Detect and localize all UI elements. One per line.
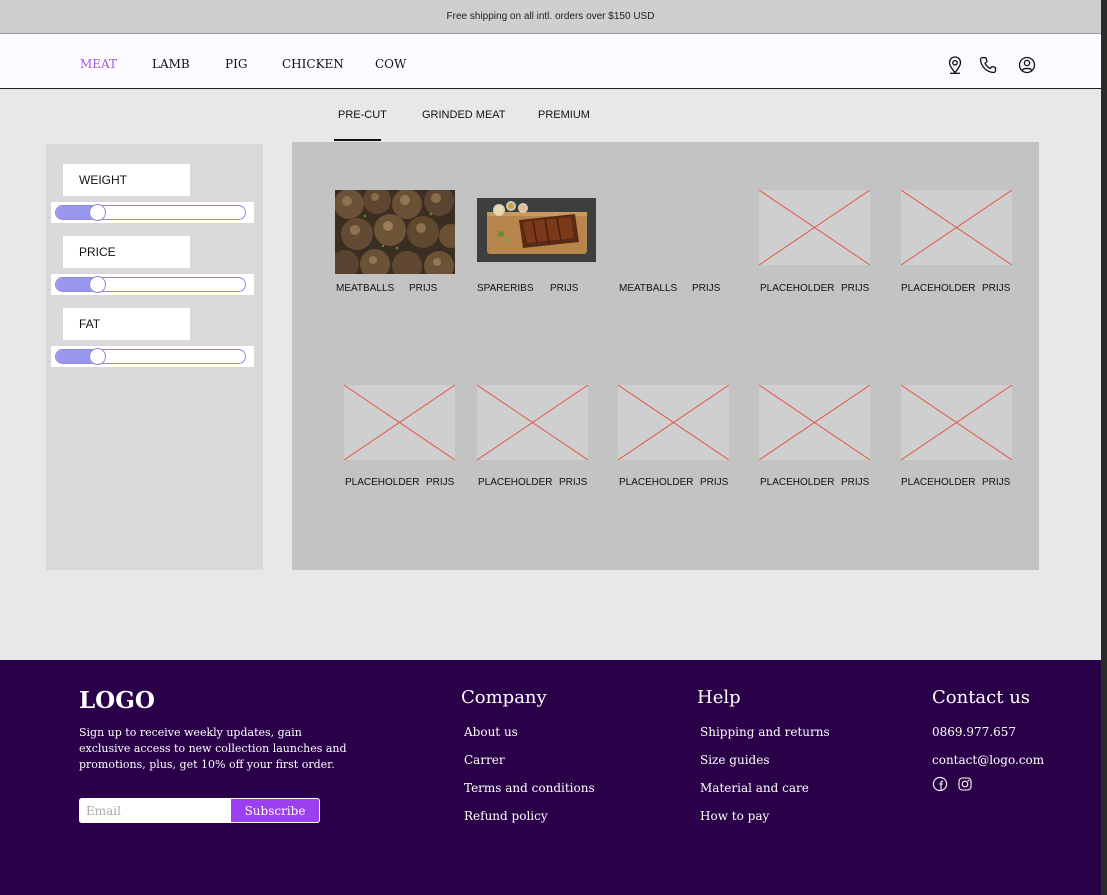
product-price: PRIJS: [550, 283, 579, 294]
company-heading: Company: [461, 687, 547, 708]
nav-item-lamb[interactable]: LAMB: [152, 57, 190, 71]
filter-label-weight: WEIGHT: [63, 164, 190, 196]
subscribe-button[interactable]: Subscribe: [230, 798, 320, 823]
slider-track[interactable]: [55, 349, 246, 364]
footer-link-carrer[interactable]: Carrer: [464, 753, 505, 767]
product-grid: MEATBALLS PRIJS SPARERIBS PRIJS MEATBALL…: [292, 142, 1039, 570]
site-footer: LOGO Sign up to receive weekly updates, …: [0, 660, 1101, 895]
product-name: MEATBALLS: [336, 283, 395, 294]
active-tab-indicator: [334, 139, 381, 141]
image-placeholder-icon[interactable]: [759, 385, 870, 460]
product-price: PRIJS: [559, 477, 588, 488]
tab-pre-cut[interactable]: PRE-CUT: [338, 109, 387, 121]
nav-item-meat[interactable]: MEAT: [80, 57, 117, 71]
phone-icon[interactable]: [978, 55, 998, 75]
product-name: PLACEHOLDER: [901, 477, 976, 488]
newsletter-blurb: Sign up to receive weekly updates, gain …: [79, 726, 347, 771]
footer-link-about-us[interactable]: About us: [464, 725, 518, 739]
price-slider[interactable]: [51, 274, 254, 295]
tab-grinded-meat[interactable]: GRINDED MEAT: [422, 109, 506, 121]
product-name: MEATBALLS: [619, 283, 678, 294]
slider-track[interactable]: [55, 277, 246, 292]
nav-item-chicken[interactable]: CHICKEN: [282, 57, 344, 71]
instagram-icon[interactable]: [957, 776, 973, 792]
footer-link-size-guides[interactable]: Size guides: [700, 753, 770, 767]
footer-link-terms[interactable]: Terms and conditions: [464, 781, 595, 795]
contact-email[interactable]: contact@logo.com: [932, 753, 1044, 767]
page-frame: Free shipping on all intl. orders over $…: [0, 0, 1101, 895]
footer-logo[interactable]: LOGO: [79, 687, 155, 714]
product-name: PLACEHOLDER: [760, 283, 835, 294]
image-placeholder-icon[interactable]: [759, 190, 870, 265]
product-name: PLACEHOLDER: [345, 477, 420, 488]
product-image-meatballs[interactable]: [335, 190, 455, 274]
slider-thumb[interactable]: [89, 276, 106, 293]
product-name: PLACEHOLDER: [478, 477, 553, 488]
product-price: PRIJS: [841, 283, 870, 294]
window-edge: [1101, 0, 1107, 895]
image-placeholder-icon[interactable]: [618, 385, 729, 460]
product-image-spareribs[interactable]: [477, 198, 596, 262]
product-name: PLACEHOLDER: [901, 283, 976, 294]
product-price: PRIJS: [982, 477, 1011, 488]
help-heading: Help: [697, 687, 741, 708]
nav-item-cow[interactable]: COW: [375, 57, 406, 71]
footer-link-refund-policy[interactable]: Refund policy: [464, 809, 548, 823]
email-input[interactable]: [79, 798, 230, 823]
filter-sidebar: WEIGHT PRICE FAT: [46, 144, 263, 570]
contact-heading: Contact us: [932, 687, 1031, 708]
product-price: PRIJS: [409, 283, 438, 294]
slider-track[interactable]: [55, 205, 246, 220]
main-nav: MEAT LAMB PIG CHICKEN COW: [0, 34, 1101, 89]
product-price: PRIJS: [692, 283, 721, 294]
image-placeholder-icon[interactable]: [477, 385, 588, 460]
announcement-bar: Free shipping on all intl. orders over $…: [0, 0, 1101, 34]
slider-thumb[interactable]: [89, 348, 106, 365]
filter-label-price: PRICE: [63, 236, 190, 268]
fat-slider[interactable]: [51, 346, 254, 367]
facebook-icon[interactable]: [932, 776, 948, 792]
image-placeholder-icon[interactable]: [344, 385, 455, 460]
image-placeholder-icon[interactable]: [901, 190, 1012, 265]
footer-link-material-care[interactable]: Material and care: [700, 781, 809, 795]
announcement-text: Free shipping on all intl. orders over $…: [446, 11, 655, 22]
product-price: PRIJS: [426, 477, 455, 488]
product-price: PRIJS: [841, 477, 870, 488]
slider-thumb[interactable]: [89, 204, 106, 221]
weight-slider[interactable]: [51, 202, 254, 223]
footer-link-how-to-pay[interactable]: How to pay: [700, 809, 769, 823]
user-account-icon[interactable]: [1017, 55, 1037, 75]
product-name: PLACEHOLDER: [619, 477, 694, 488]
image-placeholder-icon[interactable]: [901, 385, 1012, 460]
contact-phone[interactable]: 0869.977.657: [932, 725, 1016, 739]
filter-label-fat: FAT: [63, 308, 190, 340]
tab-premium[interactable]: PREMIUM: [538, 109, 590, 121]
newsletter-form: Subscribe: [79, 798, 320, 823]
product-price: PRIJS: [700, 477, 729, 488]
category-tabs: PRE-CUT GRINDED MEAT PREMIUM: [0, 109, 1101, 143]
product-price: PRIJS: [982, 283, 1011, 294]
product-name: PLACEHOLDER: [760, 477, 835, 488]
footer-link-shipping[interactable]: Shipping and returns: [700, 725, 830, 739]
location-pin-icon[interactable]: [945, 55, 965, 75]
nav-item-pig[interactable]: PIG: [225, 57, 247, 71]
product-name: SPARERIBS: [477, 283, 534, 294]
